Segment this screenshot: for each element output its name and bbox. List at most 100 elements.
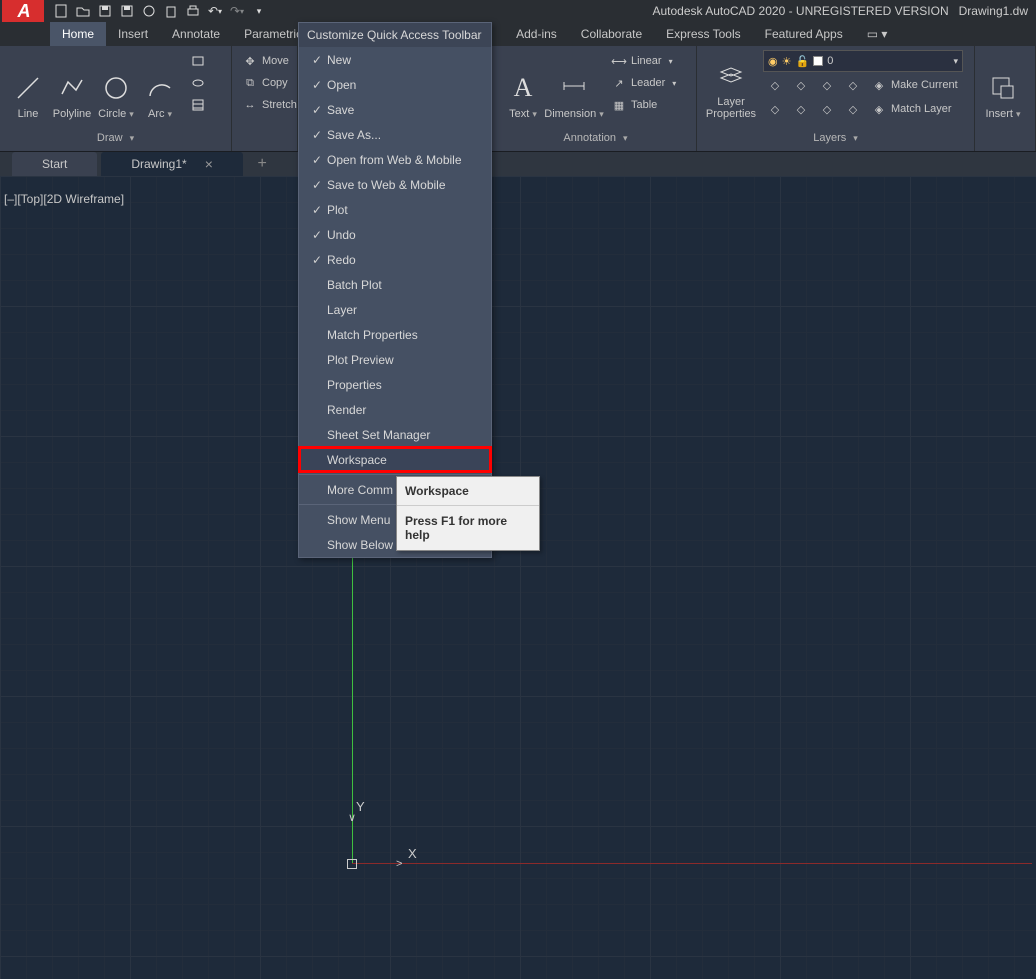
insert-button[interactable]: Insert	[981, 50, 1025, 120]
linear-button[interactable]: ⟷Linear▾	[607, 50, 680, 72]
tab-express-tools[interactable]: Express Tools	[654, 22, 752, 46]
dropdown-item-label: Save	[327, 103, 354, 117]
text-icon: A	[507, 72, 539, 104]
drawing-viewport[interactable]: [–][Top][2D Wireframe] ∨ > Y X	[0, 176, 1036, 979]
dropdown-item-save[interactable]: ✓Save	[299, 97, 491, 122]
open-web-icon[interactable]	[139, 1, 159, 21]
save-icon[interactable]	[95, 1, 115, 21]
dropdown-item-workspace[interactable]: Workspace	[299, 447, 491, 472]
table-button[interactable]: ▦Table	[607, 94, 680, 116]
dropdown-item-save-to-web-mobile[interactable]: ✓Save to Web & Mobile	[299, 172, 491, 197]
layers-icon-5: ◇	[767, 101, 783, 117]
close-icon[interactable]: ×	[205, 156, 213, 172]
dropdown-item-plot-preview[interactable]: Plot Preview	[299, 347, 491, 372]
undo-icon[interactable]: ↶▾	[205, 1, 225, 21]
layer-btn-8[interactable]: ◇	[841, 98, 865, 120]
doc-tab-start[interactable]: Start	[12, 152, 97, 176]
circle-button[interactable]: Circle	[94, 50, 138, 120]
move-button[interactable]: ✥Move	[238, 50, 301, 72]
panel-modify: ✥Move ⧉Copy ↔Stretch	[232, 46, 298, 151]
check-icon: ✓	[307, 178, 327, 192]
layer-btn-2[interactable]: ◇	[789, 74, 813, 96]
dropdown-item-save-as-[interactable]: ✓Save As...	[299, 122, 491, 147]
dropdown-item-plot[interactable]: ✓Plot	[299, 197, 491, 222]
lightbulb-icon: ◉	[768, 55, 778, 68]
dropdown-item-new[interactable]: ✓New	[299, 47, 491, 72]
tab-annotate[interactable]: Annotate	[160, 22, 232, 46]
layer-btn-1[interactable]: ◇	[763, 74, 787, 96]
saveas-icon[interactable]	[117, 1, 137, 21]
app-logo[interactable]: A	[2, 0, 44, 22]
document-tabs: Start Drawing1* × +	[0, 152, 1036, 176]
x-label: X	[408, 846, 417, 861]
check-icon: ✓	[307, 203, 327, 217]
match-layer-button[interactable]: ◈Match Layer	[867, 98, 956, 120]
dropdown-item-label: Open from Web & Mobile	[327, 153, 462, 167]
leader-button[interactable]: ↗Leader▾	[607, 72, 680, 94]
dropdown-item-match-properties[interactable]: Match Properties	[299, 322, 491, 347]
dropdown-item-label: Undo	[327, 228, 356, 242]
new-tab-icon[interactable]: +	[258, 155, 267, 173]
layer-btn-4[interactable]: ◇	[841, 74, 865, 96]
tab-addins[interactable]: Add-ins	[504, 22, 569, 46]
dimension-icon	[558, 72, 590, 104]
draw-small-2[interactable]	[186, 72, 210, 94]
save-web-icon[interactable]	[161, 1, 181, 21]
circle-icon	[100, 72, 132, 104]
tooltip-title: Workspace	[397, 477, 539, 506]
tooltip-body: Press F1 for more help	[397, 506, 539, 550]
dropdown-item-label: Save to Web & Mobile	[327, 178, 446, 192]
doc-tab-drawing1[interactable]: Drawing1* × +	[101, 152, 243, 176]
panel-annotation-title[interactable]: Annotation	[501, 129, 690, 147]
qat-customize-dropdown-icon[interactable]: ▾	[249, 1, 269, 21]
dropdown-item-properties[interactable]: Properties	[299, 372, 491, 397]
redo-icon[interactable]: ↷▾	[227, 1, 247, 21]
dropdown-item-render[interactable]: Render	[299, 397, 491, 422]
linear-icon: ⟷	[611, 53, 627, 69]
dropdown-item-redo[interactable]: ✓Redo	[299, 247, 491, 272]
dropdown-item-label: Plot Preview	[327, 353, 394, 367]
make-current-button[interactable]: ◈Make Current	[867, 74, 962, 96]
dropdown-item-layer[interactable]: Layer	[299, 297, 491, 322]
layer-dropdown[interactable]: ◉ ☀ 🔓 0 ▾	[763, 50, 963, 72]
dropdown-item-undo[interactable]: ✓Undo	[299, 222, 491, 247]
tooltip: Workspace Press F1 for more help	[396, 476, 540, 551]
dropdown-item-sheet-set-manager[interactable]: Sheet Set Manager	[299, 422, 491, 447]
panel-draw-title[interactable]: Draw	[6, 129, 225, 147]
layer-btn-5[interactable]: ◇	[763, 98, 787, 120]
copy-button[interactable]: ⧉Copy	[238, 72, 301, 94]
tab-featured-apps[interactable]: Featured Apps	[753, 22, 855, 46]
dropdown-item-label: Plot	[327, 203, 348, 217]
layer-btn-3[interactable]: ◇	[815, 74, 839, 96]
new-icon[interactable]	[51, 1, 71, 21]
view-controls[interactable]: [–][Top][2D Wireframe]	[4, 192, 124, 206]
layers-icon-1: ◇	[767, 77, 783, 93]
draw-small-3[interactable]	[186, 94, 210, 116]
dimension-button[interactable]: Dimension	[545, 50, 603, 120]
arc-button[interactable]: Arc	[138, 50, 182, 120]
tab-home[interactable]: Home	[50, 22, 106, 46]
polyline-button[interactable]: Polyline	[50, 50, 94, 120]
panel-layers-title[interactable]: Layers	[703, 129, 968, 147]
draw-small-1[interactable]	[186, 50, 210, 72]
dropdown-item-open[interactable]: ✓Open	[299, 72, 491, 97]
open-icon[interactable]	[73, 1, 93, 21]
color-swatch	[813, 56, 823, 66]
tab-collaborate[interactable]: Collaborate	[569, 22, 654, 46]
dropdown-item-open-from-web-mobile[interactable]: ✓Open from Web & Mobile	[299, 147, 491, 172]
stretch-button[interactable]: ↔Stretch	[238, 94, 301, 116]
dropdown-header: Customize Quick Access Toolbar	[299, 23, 491, 47]
tab-insert[interactable]: Insert	[106, 22, 160, 46]
layer-btn-6[interactable]: ◇	[789, 98, 813, 120]
check-icon: ✓	[307, 103, 327, 117]
line-button[interactable]: Line	[6, 50, 50, 120]
sun-icon: ☀	[782, 55, 792, 68]
text-button[interactable]: A Text	[501, 50, 545, 120]
layer-properties-button[interactable]: Layer Properties	[703, 50, 759, 120]
layer-btn-7[interactable]: ◇	[815, 98, 839, 120]
y-label: Y	[356, 799, 365, 814]
dropdown-item-batch-plot[interactable]: Batch Plot	[299, 272, 491, 297]
tab-overflow-icon[interactable]: ▭ ▾	[855, 22, 900, 46]
rect-icon	[190, 53, 206, 69]
plot-icon[interactable]	[183, 1, 203, 21]
